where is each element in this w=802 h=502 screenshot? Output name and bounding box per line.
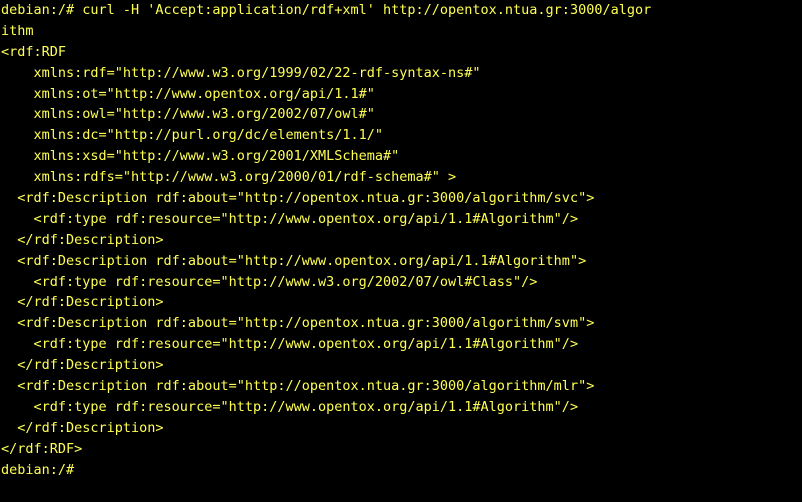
output-line: <rdf:Description rdf:about="http://www.o… <box>1 252 587 269</box>
output-line: xmlns:rdf="http://www.w3.org/1999/02/22-… <box>1 64 481 81</box>
output-line: <rdf:type rdf:resource="http://www.opent… <box>1 210 579 227</box>
terminal-window[interactable]: debian:/# curl -H 'Accept:application/rd… <box>0 0 802 502</box>
prompt-line[interactable]: debian:/# <box>1 460 802 481</box>
output-line: </rdf:Description> <box>1 357 164 374</box>
shell-prompt: debian:/# <box>1 461 75 478</box>
output-line: <rdf:Description rdf:about="http://opent… <box>1 315 595 332</box>
output-line: xmlns:rdfs="http://www.w3.org/2000/01/rd… <box>1 169 457 186</box>
output-line: </rdf:Description> <box>1 419 164 436</box>
output-line: xmlns:owl="http://www.w3.org/2002/07/owl… <box>1 106 375 123</box>
output-line: <rdf:type rdf:resource="http://www.w3.or… <box>1 273 538 290</box>
output-line: xmlns:dc="http://purl.org/dc/elements/1.… <box>1 127 384 144</box>
output-line: <rdf:type rdf:resource="http://www.opent… <box>1 336 579 353</box>
output-line: <rdf:RDF <box>1 43 67 60</box>
output-line: </rdf:RDF> <box>1 440 83 457</box>
output-line: </rdf:Description> <box>1 231 164 248</box>
output-line: </rdf:Description> <box>1 294 164 311</box>
output-line: <rdf:Description rdf:about="http://opent… <box>1 378 595 395</box>
output-line: xmlns:xsd="http://www.w3.org/2001/XMLSch… <box>1 148 400 165</box>
command-line: debian:/# curl -H 'Accept:application/rd… <box>1 2 652 18</box>
output-line: <rdf:Description rdf:about="http://opent… <box>1 190 595 207</box>
output-line: <rdf:type rdf:resource="http://www.opent… <box>1 398 579 415</box>
command-line-wrap: ithm <box>1 22 34 39</box>
output-line: xmlns:ot="http://www.opentox.org/api/1.1… <box>1 85 375 102</box>
